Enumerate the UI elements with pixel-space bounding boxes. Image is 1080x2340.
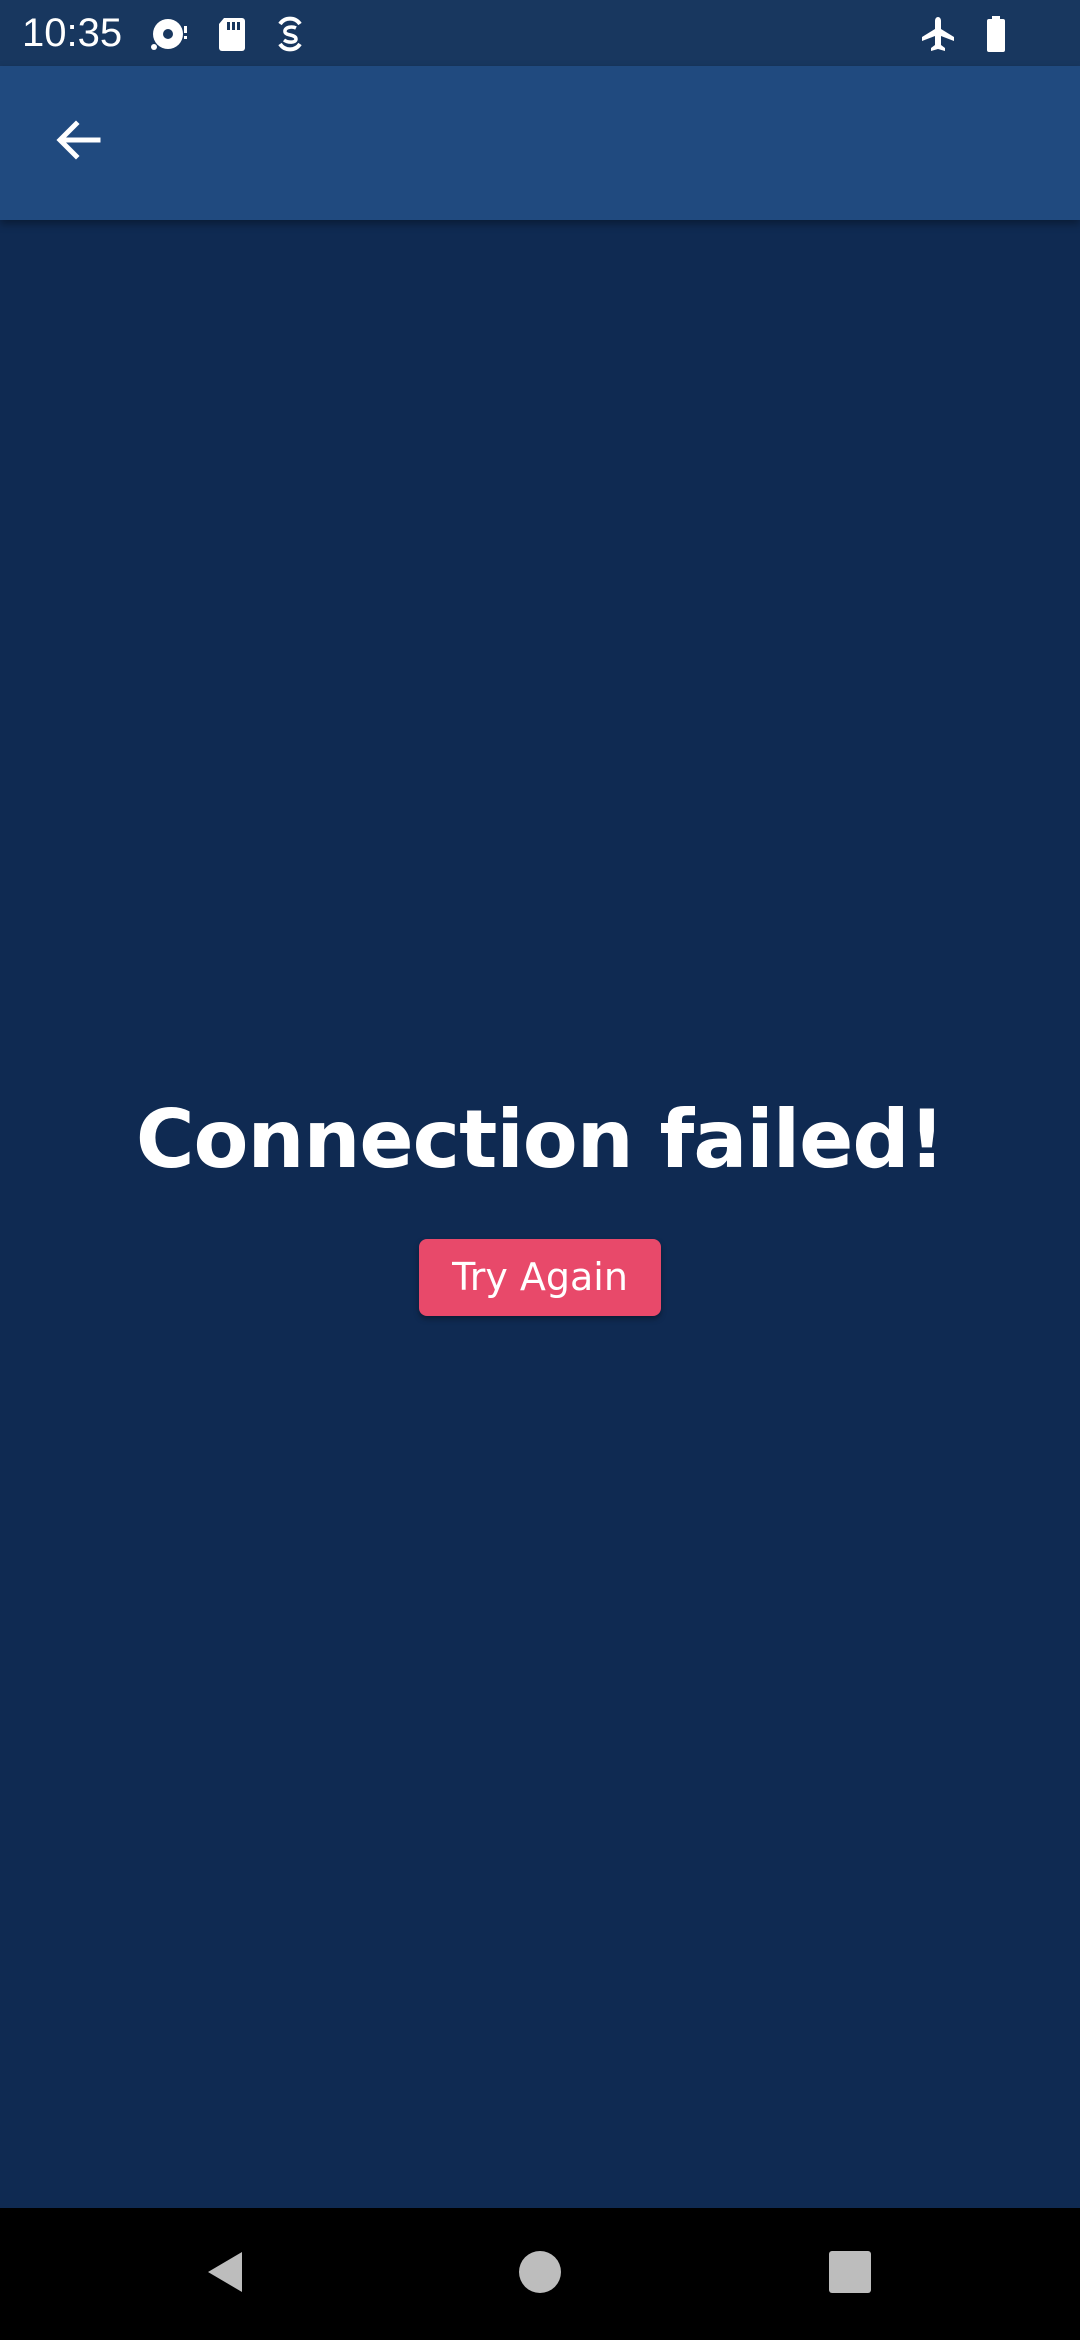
battery-icon	[976, 14, 1016, 54]
app-bar	[0, 66, 1080, 220]
nav-home-button[interactable]	[500, 2234, 580, 2314]
sd-card-icon	[212, 14, 252, 54]
status-time: 10:35	[22, 11, 123, 55]
connection-failed-screen: 10:35 Connection failed! Try Again	[0, 0, 1080, 2340]
main-content: Connection failed! Try Again	[0, 220, 1080, 2208]
arrow-back-icon	[52, 114, 104, 170]
back-triangle-icon	[202, 2248, 250, 2300]
error-message: Connection failed!	[135, 1093, 945, 1186]
nav-back-button[interactable]	[186, 2234, 266, 2314]
airplane-mode-icon	[918, 14, 958, 54]
try-again-button[interactable]: Try Again	[419, 1239, 661, 1316]
home-circle-icon	[516, 2248, 564, 2300]
nav-recents-button[interactable]	[810, 2234, 890, 2314]
status-bar: 10:35	[0, 0, 1080, 66]
recents-square-icon	[826, 2248, 874, 2300]
system-nav-bar	[0, 2208, 1080, 2340]
back-button[interactable]	[38, 102, 118, 182]
media-disc-icon	[148, 14, 188, 54]
data-saver-icon	[270, 14, 310, 54]
